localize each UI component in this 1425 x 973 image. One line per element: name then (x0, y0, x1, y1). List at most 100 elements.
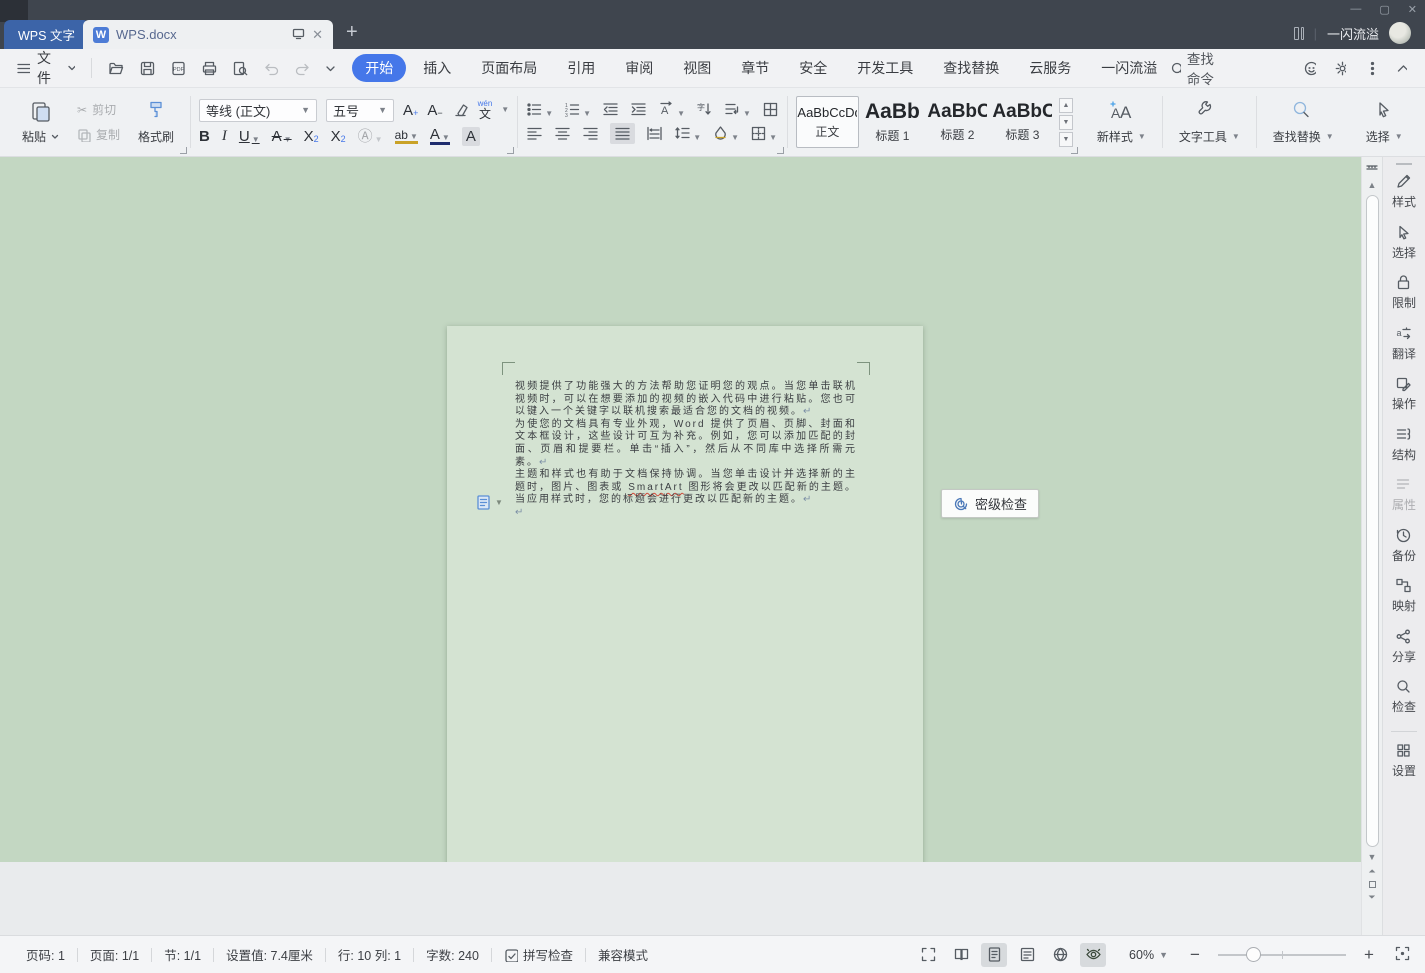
vertical-scrollbar[interactable]: ▲ ▼ ⏶ ⏷ (1361, 157, 1382, 935)
scroll-up-icon[interactable]: ▲ (1368, 177, 1377, 193)
paste-button[interactable]: 粘贴 (14, 97, 67, 147)
cut-button[interactable]: ✂ 剪切 (77, 101, 120, 118)
scrollbar-thumb[interactable] (1365, 195, 1379, 847)
distribute-icon[interactable] (646, 125, 663, 142)
status-page-number[interactable]: 页码: 1 (14, 945, 77, 964)
tab-find-replace[interactable]: 查找替换 (930, 54, 1012, 82)
tab-security[interactable]: 安全 (786, 54, 840, 82)
numbering-button[interactable]: 1 2 3 ▼ (564, 101, 591, 118)
shading-button[interactable]: ▼ (712, 125, 739, 142)
status-section[interactable]: 节: 1/1 (152, 945, 213, 964)
superscript-button[interactable]: X2 (304, 129, 319, 144)
web-layout-icon[interactable] (1047, 943, 1073, 967)
increase-font-button[interactable]: A + (403, 103, 418, 118)
pinyin-guide-button[interactable]: wén 文 (478, 100, 493, 121)
tab-references[interactable]: 引用 (554, 54, 608, 82)
new-style-button[interactable]: AA 新样式 ▼ (1089, 97, 1154, 147)
paragraph-dialog-launcher[interactable] (776, 147, 784, 154)
status-compat-mode[interactable]: 兼容模式 (586, 945, 660, 964)
sidebar-item-share[interactable]: 分享 (1392, 628, 1416, 665)
status-spell-check[interactable]: 拼写检查 (492, 945, 585, 964)
highlight-button[interactable]: ab ▼ (394, 129, 418, 144)
clear-format-icon[interactable] (452, 102, 469, 119)
tab-custom[interactable]: 一闪流溢 (1088, 54, 1170, 82)
tab-review[interactable]: 审阅 (612, 54, 666, 82)
select-button[interactable]: 选择 ▼ (1358, 97, 1411, 147)
status-word-count[interactable]: 字数: 240 (414, 945, 491, 964)
text-direction-button[interactable]: A ▼ (658, 100, 685, 118)
sidebar-item-properties[interactable]: 属性 (1392, 476, 1416, 513)
decrease-indent-icon[interactable] (602, 101, 619, 118)
status-pages[interactable]: 页面: 1/1 (78, 945, 151, 964)
find-replace-button[interactable]: 查找替换 ▼ (1265, 97, 1342, 147)
subscript-button[interactable]: X2 (331, 129, 346, 144)
tab-cloud[interactable]: 云服务 (1016, 54, 1084, 82)
character-shading-button[interactable]: A (461, 126, 480, 146)
more-pinyin-icon[interactable]: ▼ (501, 106, 509, 114)
page-layout-icon[interactable] (981, 942, 1008, 967)
new-tab-button[interactable]: + (346, 22, 358, 42)
tab-home[interactable]: 开始 (352, 54, 407, 82)
outline-view-icon[interactable] (1014, 943, 1040, 967)
sidebar-item-structure[interactable]: 结构 (1392, 426, 1416, 463)
align-left-icon[interactable] (526, 125, 543, 142)
page-options-widget[interactable]: ▼ (475, 494, 503, 511)
redo-icon[interactable] (294, 60, 311, 77)
file-menu-button[interactable]: 文件 (0, 48, 87, 88)
sidebar-handle[interactable] (1396, 163, 1412, 165)
font-name-combo[interactable]: 等线 (正文) ▼ (199, 98, 318, 122)
read-layout-icon[interactable] (948, 943, 974, 967)
show-marks-button[interactable]: ▼ (724, 101, 751, 118)
minimize-button[interactable]: — (1350, 3, 1361, 15)
status-setting-value[interactable]: 设置值: 7.4厘米 (214, 945, 325, 964)
text-effects-button[interactable]: Ⓐ ▼ (358, 129, 383, 144)
style-heading1[interactable]: AaBb 标题 1 (861, 96, 924, 148)
strikethrough-button[interactable]: A ▼ (272, 129, 292, 144)
find-command[interactable]: 查找命令 (1170, 48, 1225, 88)
tab-section[interactable]: 章节 (728, 54, 782, 82)
sidebar-item-settings[interactable]: 设置 (1392, 742, 1416, 779)
sidebar-item-restrict[interactable]: 限制 (1392, 274, 1416, 311)
style-heading2[interactable]: AaBbC 标题 2 (926, 96, 989, 148)
settings-gear-icon[interactable] (1334, 60, 1347, 77)
select-browse-object-icon[interactable] (1368, 881, 1376, 888)
app-tab-wps[interactable]: WPS 文字 (4, 20, 89, 49)
sidebar-item-inspect[interactable]: 检查 (1392, 678, 1416, 715)
eye-protection-icon[interactable] (1080, 942, 1107, 967)
font-size-combo[interactable]: 五号 ▼ (326, 98, 395, 122)
document-tab[interactable]: W WPS.docx ✕ (83, 20, 333, 49)
print-icon[interactable] (201, 60, 218, 77)
align-right-icon[interactable] (582, 125, 599, 142)
justify-button[interactable] (610, 122, 636, 144)
more-menu-icon[interactable] (1364, 60, 1376, 77)
feedback-icon[interactable] (1303, 60, 1316, 77)
close-button[interactable]: ✕ (1408, 3, 1417, 16)
sort-icon[interactable]: 字 (696, 101, 713, 118)
export-pdf-icon[interactable]: PDF (170, 60, 187, 77)
previous-page-icon[interactable]: ⏶ (1368, 865, 1375, 878)
copy-button[interactable]: 复制 (77, 126, 120, 143)
sidebar-item-mapping[interactable]: 映射 (1392, 577, 1416, 614)
zoom-out-button[interactable]: − (1185, 945, 1205, 965)
print-preview-icon[interactable] (232, 60, 249, 77)
font-color-button[interactable]: A ▼ (429, 127, 450, 145)
underline-button[interactable]: U ▼ (239, 129, 260, 144)
borders-button[interactable]: ▼ (750, 125, 777, 142)
undo-icon[interactable] (263, 60, 280, 77)
side-by-side-icon[interactable] (1293, 26, 1304, 40)
tab-pin-monitor-icon[interactable] (292, 27, 305, 43)
format-painter-button[interactable]: 格式刷 (130, 97, 182, 147)
sidebar-item-select[interactable]: 选择 (1392, 224, 1416, 261)
increase-indent-icon[interactable] (630, 101, 647, 118)
fullscreen-view-icon[interactable] (915, 943, 941, 967)
clipboard-dialog-launcher[interactable] (180, 147, 188, 154)
styles-dialog-launcher[interactable] (1070, 147, 1078, 154)
text-tool-button[interactable]: 文字工具 ▼ (1171, 97, 1248, 147)
zoom-slider[interactable] (1218, 946, 1346, 962)
bullets-button[interactable]: ▼ (526, 101, 553, 118)
document-canvas[interactable]: 视频提供了功能强大的方法帮助您证明您的观点。当您单击联机视频时，可以在想要添加的… (0, 157, 1361, 973)
user-avatar[interactable] (1389, 22, 1411, 44)
tab-page-layout[interactable]: 页面布局 (468, 54, 550, 82)
style-normal[interactable]: AaBbCcDd 正文 (795, 96, 859, 148)
style-scroll-up[interactable]: ▲ (1058, 97, 1073, 113)
